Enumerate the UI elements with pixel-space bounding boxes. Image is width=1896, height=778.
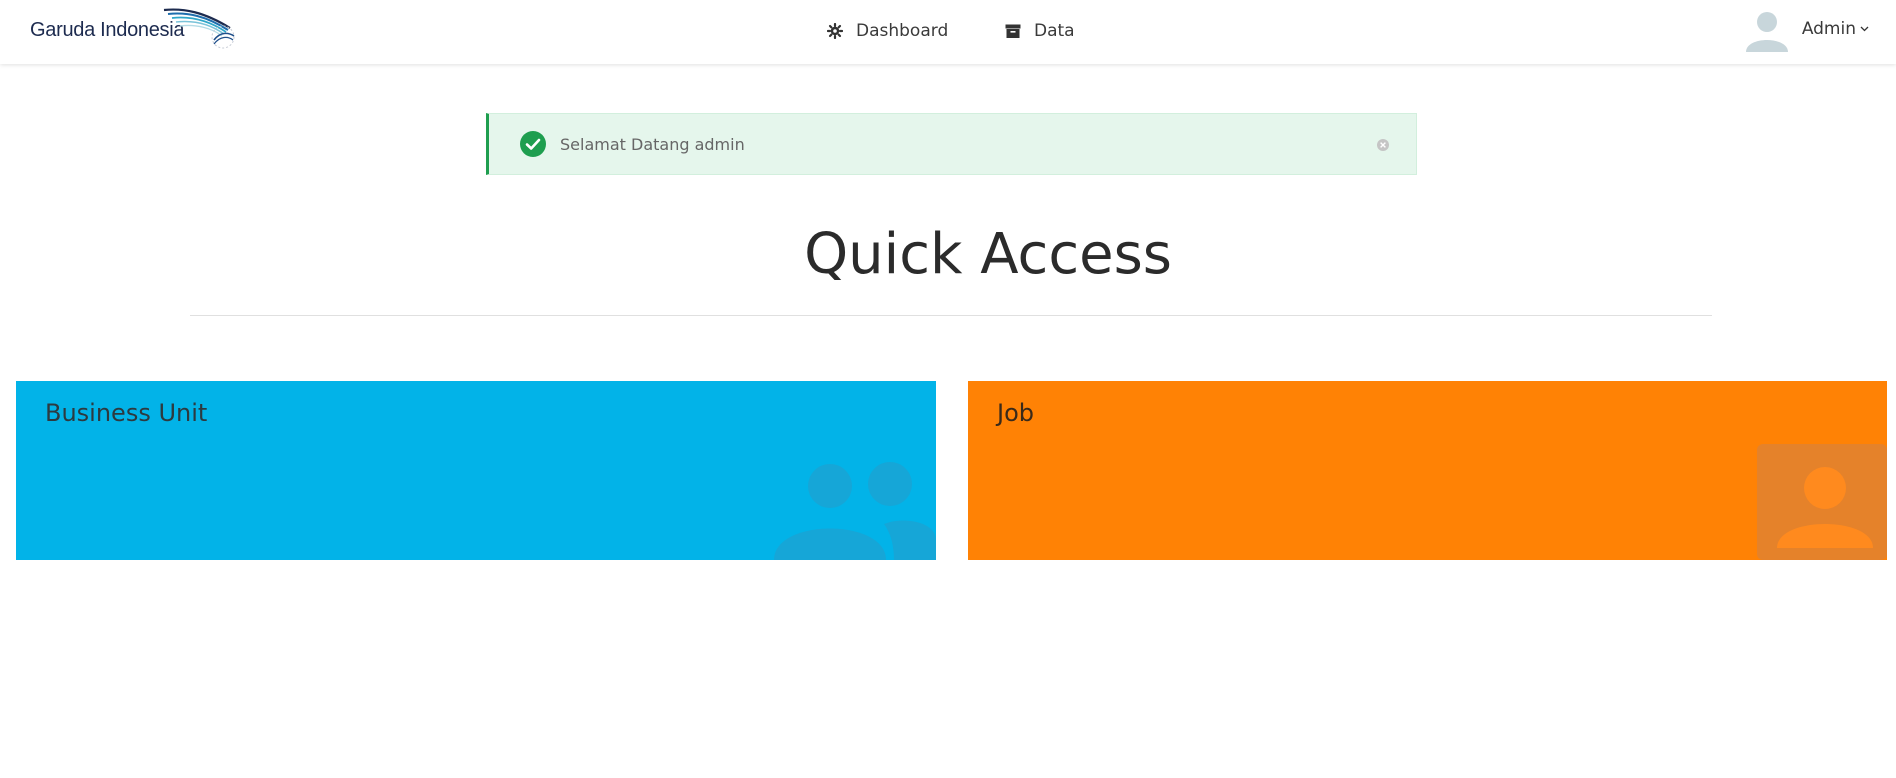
user-icon: [1757, 444, 1887, 560]
tile-business-unit-label: Business Unit: [45, 399, 208, 427]
gear-icon: [826, 22, 844, 40]
user-menu[interactable]: Admin: [1743, 6, 1870, 52]
skyteam-emblem-icon: [211, 25, 235, 49]
chevron-down-icon: [1860, 24, 1870, 34]
nav-dashboard[interactable]: Dashboard: [826, 18, 948, 44]
nav-data-label: Data: [1034, 21, 1075, 41]
welcome-alert: Selamat Datang admin: [486, 113, 1417, 175]
user-name: Admin: [1801, 19, 1856, 39]
nav-dashboard-label: Dashboard: [856, 21, 949, 41]
tile-job[interactable]: Job: [968, 381, 1887, 560]
alert-message: Selamat Datang admin: [560, 134, 745, 154]
close-icon[interactable]: [1376, 138, 1390, 152]
users-icon: [774, 462, 936, 560]
title-divider: [190, 315, 1712, 316]
check-circle-icon: [520, 131, 546, 157]
avatar: [1743, 6, 1790, 52]
tile-job-label: Job: [997, 399, 1034, 427]
nav-data[interactable]: Data: [1004, 18, 1075, 44]
brand-logo[interactable]: Garuda Indonesia: [30, 6, 240, 50]
tile-business-unit[interactable]: Business Unit: [16, 381, 936, 560]
page-title: Quick Access: [804, 222, 1172, 287]
archive-icon: [1004, 22, 1022, 40]
top-navbar: Garuda Indonesia Dashboard Data Admin: [0, 0, 1896, 64]
